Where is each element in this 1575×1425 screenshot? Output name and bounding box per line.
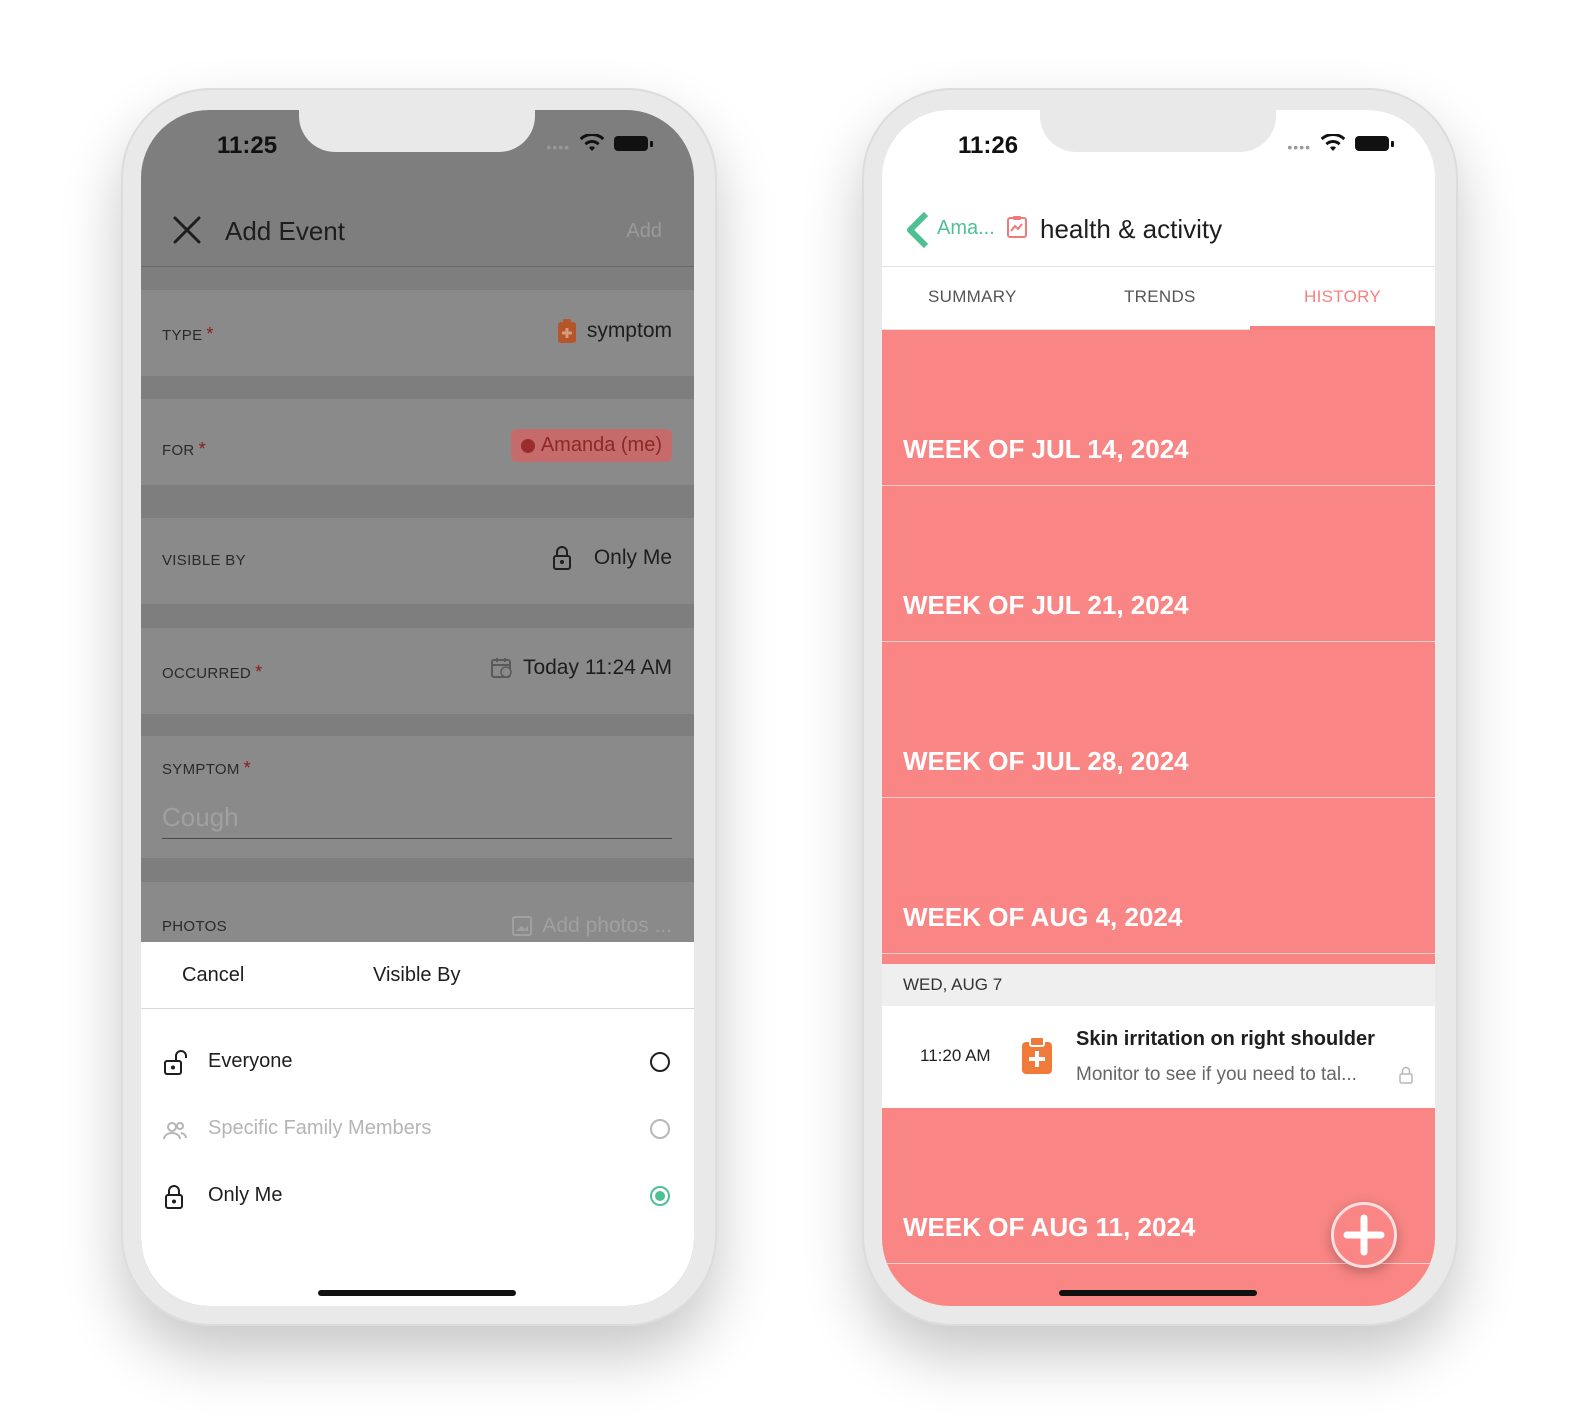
option-label: Everyone <box>208 1050 293 1072</box>
chevron-left-icon[interactable] <box>904 210 932 250</box>
phone-frame-right: 11:26 •••• Ama... health & activity SUMM… <box>862 88 1458 1326</box>
symptom-row: SYMPTOM * Cough <box>141 736 694 858</box>
status-icons: •••• <box>1287 134 1394 155</box>
type-value: symptom <box>557 318 672 344</box>
visible-by-value: Only Me <box>552 546 672 570</box>
entry-subtitle: Monitor to see if you need to tal... <box>1076 1064 1357 1085</box>
home-indicator <box>318 1290 516 1296</box>
day-header: WED, AUG 7 <box>882 964 1435 1006</box>
cancel-button[interactable]: Cancel <box>182 964 244 987</box>
symptom-input[interactable]: Cough <box>162 802 239 833</box>
for-label: FOR * <box>162 439 206 459</box>
type-label: TYPE * <box>162 324 214 344</box>
occurred-label: OCCURRED * <box>162 662 263 682</box>
occurred-value: Today 11:24 AM <box>490 656 672 680</box>
notch <box>299 110 535 152</box>
week-section[interactable]: WEEK OF AUG 4, 2024 <box>882 798 1435 954</box>
radio-button <box>650 1119 670 1139</box>
battery-icon <box>1355 135 1394 151</box>
sheet-title: Visible By <box>373 964 461 986</box>
clipboard-chart-icon <box>1007 216 1027 238</box>
option-specific-family: Specific Family Members <box>141 1107 694 1155</box>
sheet-header: Cancel Visible By <box>141 942 694 1009</box>
for-value: Amanda (me) <box>510 429 672 462</box>
week-label: WEEK OF JUL 28, 2024 <box>903 746 1189 776</box>
add-event-screen: 11:25 •••• Add Event Add TYPE * symptom F… <box>141 110 694 1306</box>
week-label: WEEK OF JUL 21, 2024 <box>903 590 1189 620</box>
status-time: 11:25 <box>217 132 278 159</box>
option-label: Only Me <box>208 1184 283 1206</box>
battery-icon <box>614 135 653 151</box>
type-row[interactable]: TYPE * symptom <box>141 290 694 376</box>
unlock-icon <box>164 1050 187 1075</box>
people-icon <box>163 1122 187 1140</box>
symptom-label: SYMPTOM * <box>162 758 251 778</box>
photos-row[interactable]: PHOTOS Add photos ... <box>141 882 694 942</box>
entry-time: 11:20 AM <box>920 1046 991 1065</box>
wifi-icon <box>580 134 604 151</box>
symptom-icon <box>1022 1036 1052 1074</box>
option-label: Specific Family Members <box>208 1117 432 1139</box>
tab-history[interactable]: HISTORY <box>1304 287 1381 307</box>
status-icons: •••• <box>546 134 653 155</box>
calendar-icon <box>490 658 512 678</box>
tab-summary[interactable]: SUMMARY <box>928 287 1017 307</box>
back-button[interactable]: Ama... <box>937 217 995 240</box>
page-title: health & activity <box>1040 214 1223 244</box>
radio-button-selected[interactable] <box>650 1186 670 1206</box>
phone-frame-left: 11:25 •••• Add Event Add TYPE * symptom F… <box>121 88 717 1326</box>
plus-icon <box>1343 1214 1385 1256</box>
photos-value: Add photos ... <box>512 914 672 938</box>
week-label: WEEK OF AUG 11, 2024 <box>903 1212 1196 1242</box>
person-chip[interactable]: Amanda (me) <box>510 429 672 462</box>
avatar-icon <box>520 438 535 453</box>
radio-button[interactable] <box>650 1052 670 1072</box>
week-label: WEEK OF JUL 14, 2024 <box>903 434 1189 464</box>
input-underline <box>162 838 672 839</box>
home-indicator <box>1059 1290 1257 1296</box>
signal-icon: •••• <box>546 139 570 155</box>
week-label: WEEK OF AUG 4, 2024 <box>903 902 1183 932</box>
close-icon[interactable] <box>171 214 203 246</box>
history-screen: 11:26 •••• Ama... health & activity SUMM… <box>882 110 1435 1306</box>
lock-icon <box>1399 1066 1413 1084</box>
notch <box>1040 110 1276 152</box>
option-everyone[interactable]: Everyone <box>141 1040 694 1088</box>
tab-trends[interactable]: TRENDS <box>1124 287 1196 307</box>
tab-bar: SUMMARY TRENDS HISTORY <box>882 267 1435 330</box>
status-time: 11:26 <box>958 132 1019 159</box>
image-icon <box>512 916 533 936</box>
day-label: WED, AUG 7 <box>903 975 1003 994</box>
wifi-icon <box>1321 134 1345 151</box>
page-title: Add Event <box>225 216 345 246</box>
visible-by-sheet: Cancel Visible By Everyone Specific Fami… <box>141 942 694 1306</box>
week-section[interactable]: WEEK OF JUL 21, 2024 <box>882 486 1435 642</box>
occurred-row[interactable]: OCCURRED * Today 11:24 AM <box>141 628 694 714</box>
visible-by-row[interactable]: VISIBLE BY Only Me <box>141 518 694 604</box>
add-event-button[interactable] <box>1331 1202 1397 1268</box>
add-button[interactable]: Add <box>626 220 662 243</box>
signal-icon: •••• <box>1287 139 1311 155</box>
history-list: WEEK OF JUL 14, 2024 WEEK OF JUL 21, 202… <box>882 330 1435 1306</box>
nav-bar: Add Event Add <box>141 202 694 267</box>
event-entry[interactable]: 11:20 AM Skin irritation on right should… <box>882 1006 1435 1108</box>
lock-icon <box>165 1185 183 1209</box>
for-row[interactable]: FOR * Amanda (me) <box>141 399 694 485</box>
entry-title: Skin irritation on right shoulder <box>1076 1028 1375 1050</box>
week-section[interactable]: WEEK OF JUL 14, 2024 <box>882 330 1435 486</box>
option-only-me[interactable]: Only Me <box>141 1174 694 1222</box>
symptom-icon <box>557 319 576 343</box>
nav-bar: Ama... health & activity <box>882 202 1435 267</box>
lock-icon <box>552 546 571 570</box>
week-section[interactable]: WEEK OF JUL 28, 2024 <box>882 642 1435 798</box>
visible-by-label: VISIBLE BY <box>162 552 246 569</box>
photos-label: PHOTOS <box>162 918 227 935</box>
